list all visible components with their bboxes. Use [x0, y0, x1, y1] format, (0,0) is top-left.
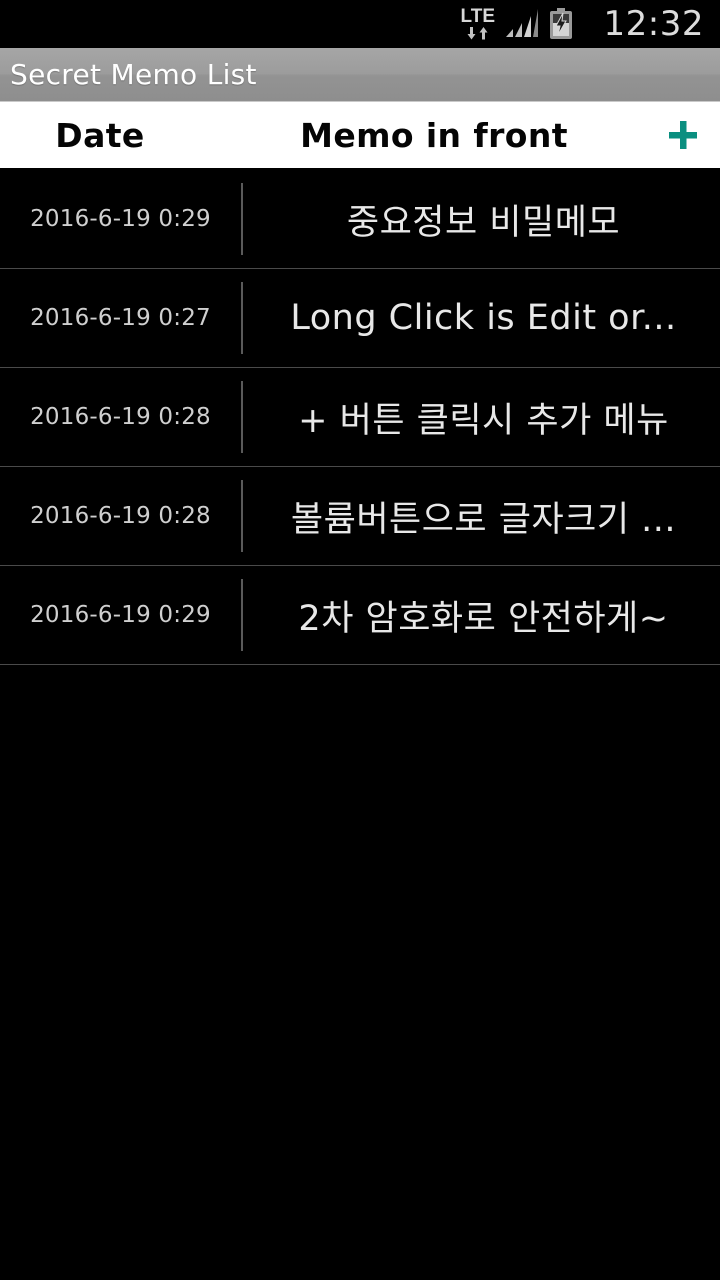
memo-list[interactable]: 2016-6-19 0:29 중요정보 비밀메모 2016-6-19 0:27 …: [0, 170, 720, 1280]
table-row[interactable]: 2016-6-19 0:28 + 버튼 클릭시 추가 메뉴: [0, 368, 720, 467]
list-column-header: Date Memo in front: [0, 102, 720, 170]
table-row[interactable]: 2016-6-19 0:27 Long Click is Edit or...: [0, 269, 720, 368]
memo-title: 볼륨버튼으로 글자크기 ...: [290, 499, 677, 540]
memo-date: 2016-6-19 0:29: [30, 206, 211, 232]
table-row[interactable]: 2016-6-19 0:28 볼륨버튼으로 글자크기 ...: [0, 467, 720, 566]
column-divider: [241, 579, 243, 651]
app-screen: LTE 12:32 Secret Memo List Date Memo in …: [0, 0, 720, 1280]
status-icon-group: LTE: [461, 0, 574, 48]
column-divider: [241, 282, 243, 354]
memo-title: + 버튼 클릭시 추가 메뉴: [298, 400, 669, 441]
signal-bars-icon: [506, 9, 538, 37]
status-bar: LTE 12:32: [0, 0, 720, 48]
add-memo-button[interactable]: [660, 112, 706, 158]
column-divider: [241, 381, 243, 453]
battery-charging-icon: [550, 8, 572, 39]
app-title: Secret Memo List: [10, 58, 257, 91]
lte-label: LTE: [460, 6, 495, 27]
plus-icon: [669, 121, 697, 149]
status-clock: 12:32: [603, 4, 704, 44]
column-divider: [241, 480, 243, 552]
column-divider: [241, 183, 243, 255]
memo-title: Long Click is Edit or...: [290, 298, 677, 338]
memo-title: 중요정보 비밀메모: [346, 202, 621, 243]
memo-date: 2016-6-19 0:29: [30, 602, 211, 628]
memo-date: 2016-6-19 0:28: [30, 404, 211, 430]
column-header-date: Date: [55, 115, 145, 155]
memo-date: 2016-6-19 0:27: [30, 305, 211, 331]
column-header-memo: Memo in front: [300, 115, 568, 155]
arrow-up-icon: [479, 27, 488, 40]
table-row[interactable]: 2016-6-19 0:29 중요정보 비밀메모: [0, 170, 720, 269]
app-title-bar: Secret Memo List: [0, 48, 720, 102]
arrow-down-icon: [467, 27, 476, 40]
table-row[interactable]: 2016-6-19 0:29 2차 암호화로 안전하게~: [0, 566, 720, 665]
data-transfer-arrows-icon: [466, 27, 489, 40]
memo-date: 2016-6-19 0:28: [30, 503, 211, 529]
memo-title: 2차 암호화로 안전하게~: [298, 598, 669, 639]
lte-data-arrows-icon: LTE: [461, 7, 495, 40]
